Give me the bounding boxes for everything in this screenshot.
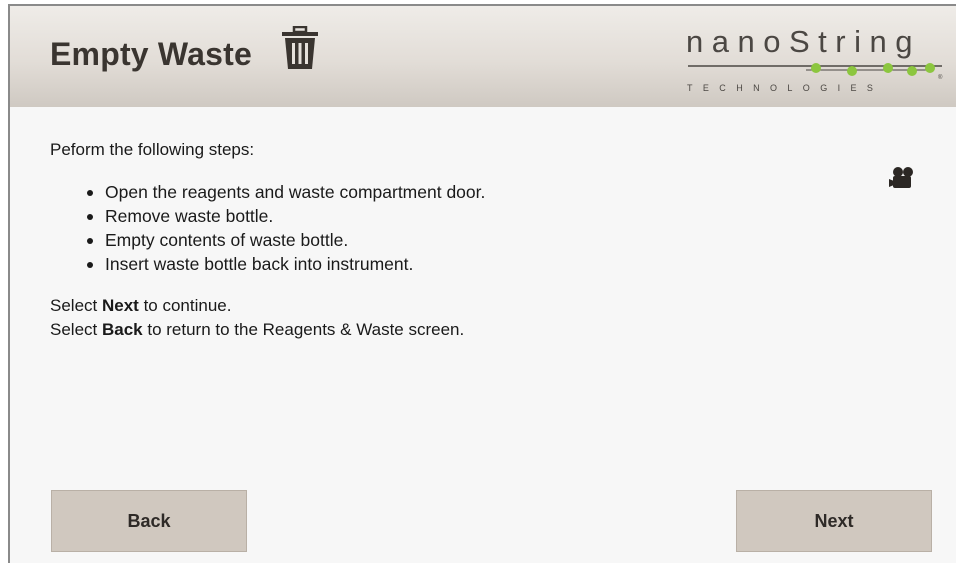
intro-text: Peform the following steps: (50, 140, 255, 159)
back-instruction: Select Back to return to the Reagents & … (50, 318, 930, 342)
video-camera-icon[interactable] (888, 166, 918, 190)
back-keyword: Back (101, 320, 143, 339)
logo-wordmark: nanoString (686, 24, 921, 59)
back-instruction-suffix: to return to the Reagents & Waste screen… (142, 320, 465, 339)
list-item: Open the reagents and waste compartment … (85, 180, 930, 204)
next-instruction-suffix: to continue. (138, 296, 232, 315)
list-item: Remove waste bottle. (85, 204, 930, 228)
next-instruction: Select Next to continue. (50, 294, 930, 318)
back-instruction-prefix: Select (50, 320, 102, 339)
trash-can-icon (282, 26, 318, 69)
next-keyword: Next (101, 296, 139, 315)
steps-list: Open the reagents and waste compartment … (85, 180, 930, 276)
nanostring-logo: nanoString ® TECHNOLOGIES (686, 24, 946, 96)
list-item: Empty contents of waste bottle. (85, 228, 930, 252)
logo-tagline: TECHNOLOGIES (687, 83, 884, 93)
page-title: Empty Waste (50, 36, 252, 72)
list-item: Insert waste bottle back into instrument… (85, 252, 930, 276)
next-button[interactable]: Next (736, 490, 932, 552)
dialog-frame: Empty Waste nanoString ® TECHNOLOGIES Pe… (8, 4, 956, 563)
back-button[interactable]: Back (51, 490, 247, 552)
next-instruction-prefix: Select (50, 296, 102, 315)
svg-text:®: ® (938, 74, 943, 80)
logo-dots: ® (688, 63, 943, 80)
header-bar: Empty Waste nanoString ® TECHNOLOGIES (10, 6, 956, 107)
instructions: Peform the following steps: Open the rea… (50, 138, 930, 342)
